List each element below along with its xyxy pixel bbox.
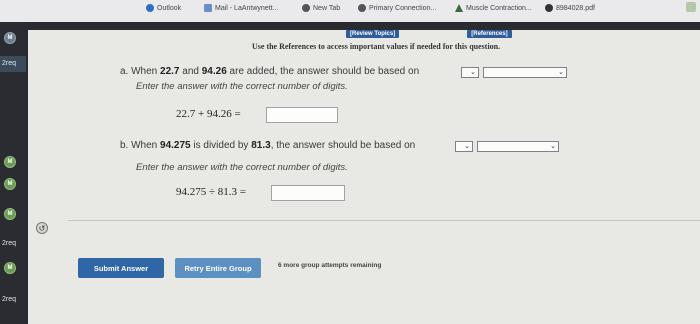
basis-detail-select-a[interactable]: ⌄ bbox=[483, 67, 567, 78]
bookmarks-bar: Outlook Mail - LaAntwynett... New Tab Pr… bbox=[0, 0, 700, 22]
basis-select-a[interactable]: ⌄ bbox=[461, 67, 479, 78]
chevron-down-icon: ⌄ bbox=[470, 69, 476, 76]
instruction-a: Enter the answer with the correct number… bbox=[136, 81, 348, 92]
module-icon[interactable]: M bbox=[4, 178, 16, 190]
question-b: b. When 94.275 is divided by 81.3, the a… bbox=[120, 140, 416, 151]
references-note: Use the References to access important v… bbox=[252, 42, 501, 51]
equation-b: 94.275 ÷ 81.3 = bbox=[176, 186, 246, 198]
review-topics-link[interactable]: [Review Topics] bbox=[346, 30, 400, 38]
bookmark-primary-connection[interactable]: Primary Connection... bbox=[358, 4, 436, 12]
module-icon[interactable]: M bbox=[4, 208, 16, 220]
chevron-down-icon: ⌄ bbox=[550, 143, 556, 150]
chevron-down-icon: ⌄ bbox=[558, 69, 564, 76]
reference-links: [Review Topics] [References] bbox=[346, 30, 512, 38]
answer-input-a[interactable] bbox=[266, 107, 338, 123]
question-a: a. When 22.7 and 94.26 are added, the an… bbox=[120, 66, 420, 77]
module-icon[interactable]: M bbox=[4, 262, 16, 274]
undo-icon[interactable]: ↺ bbox=[36, 222, 48, 234]
chevron-down-icon: ⌄ bbox=[464, 143, 470, 150]
module-icon[interactable]: M bbox=[4, 32, 16, 44]
submit-answer-button[interactable]: Submit Answer bbox=[78, 258, 164, 278]
bookmark-pdf[interactable]: 8984028.pdf bbox=[545, 4, 595, 12]
sidebar-item-label[interactable]: 2req bbox=[2, 240, 16, 247]
basis-detail-select-b[interactable]: ⌄ bbox=[477, 141, 559, 152]
module-icon[interactable]: M bbox=[4, 156, 16, 168]
bookmark-muscle-contraction[interactable]: Muscle Contraction... bbox=[455, 4, 532, 12]
sidebar-item-label[interactable]: 2req bbox=[2, 60, 16, 67]
answer-input-b[interactable] bbox=[271, 185, 345, 201]
sidebar: M 2req M M M 2req M 2req bbox=[0, 22, 28, 324]
globe-icon bbox=[358, 4, 366, 12]
question-panel: [Review Topics] [References] Use the Ref… bbox=[28, 30, 700, 324]
references-link[interactable]: [References] bbox=[467, 30, 512, 38]
extension-icon[interactable] bbox=[686, 2, 696, 12]
attempts-remaining-text: 6 more group attempts remaining bbox=[278, 262, 382, 269]
globe-icon bbox=[545, 4, 553, 12]
equation-a: 22.7 + 94.26 = bbox=[176, 108, 241, 120]
bookmark-outlook[interactable]: Outlook bbox=[146, 4, 181, 12]
bookmark-new-tab[interactable]: New Tab bbox=[302, 4, 340, 12]
instruction-b: Enter the answer with the correct number… bbox=[136, 162, 348, 173]
outlook-icon bbox=[146, 4, 154, 12]
bookmark-mail[interactable]: Mail - LaAntwynett... bbox=[204, 4, 278, 12]
retry-group-button[interactable]: Retry Entire Group bbox=[175, 258, 261, 278]
divider bbox=[68, 220, 700, 221]
mail-icon bbox=[204, 4, 212, 12]
basis-select-b[interactable]: ⌄ bbox=[455, 141, 473, 152]
globe-icon bbox=[302, 4, 310, 12]
sidebar-item-label[interactable]: 2req bbox=[2, 296, 16, 303]
drive-icon bbox=[455, 4, 463, 12]
